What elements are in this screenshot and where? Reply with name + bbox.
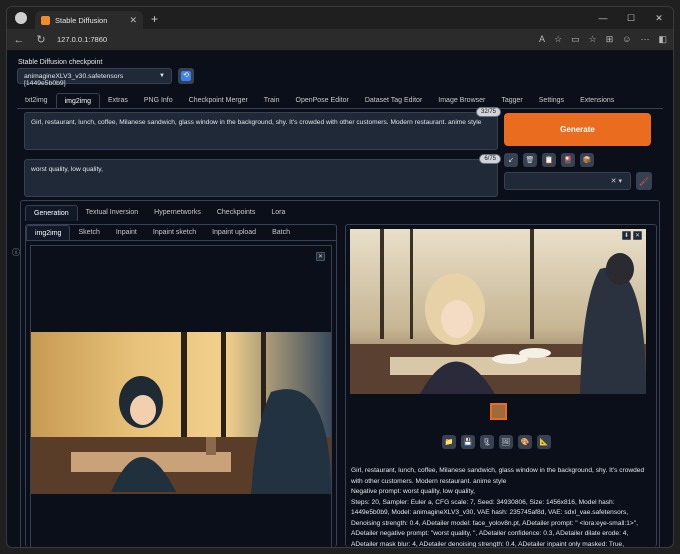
browser-tab[interactable]: Stable Diffusion ✕ [35, 11, 143, 29]
tab-img2img[interactable]: img2img [55, 93, 101, 108]
input-column: img2img Sketch Inpaint Inpaint sketch In… [25, 224, 337, 547]
tab-inpaint-sketch[interactable]: Inpaint sketch [145, 225, 204, 240]
generation-subtabs: Generation Textual Inversion Hypernetwor… [25, 205, 293, 221]
send-to-extras-icon[interactable]: 📐 [537, 435, 551, 449]
sidebar-icon[interactable]: ◧ [658, 34, 667, 45]
tab-hypernetworks[interactable]: Hypernetworks [146, 205, 209, 221]
tab-textual-inversion[interactable]: Textual Inversion [78, 205, 147, 221]
tab-openpose-editor[interactable]: OpenPose Editor [288, 93, 357, 108]
generate-button[interactable]: Generate [504, 113, 651, 146]
split-screen-icon[interactable]: ▭ [571, 34, 580, 45]
tab-train[interactable]: Train [256, 93, 288, 108]
tab-generation[interactable]: Generation [25, 205, 78, 221]
more-icon[interactable]: ⋯ [640, 34, 649, 45]
output-image-controls: ⬇ ✕ [622, 231, 642, 240]
tab-dataset-tag-editor[interactable]: Dataset Tag Editor [357, 93, 430, 108]
tab-extras[interactable]: Extras [100, 93, 136, 108]
tab-inpaint-upload[interactable]: Inpaint upload [204, 225, 264, 240]
browser-window: Stable Diffusion ✕ + — ☐ ✕ ← ↻ ⓘ 127.0.0… [6, 6, 674, 548]
negative-prompt-text: worst quality, low quality, [31, 166, 103, 173]
url-text: 127.0.0.1:7860 [57, 35, 108, 44]
minimize-button[interactable]: — [589, 13, 617, 23]
close-window-button[interactable]: ✕ [645, 13, 673, 24]
tab-checkpoint-merger[interactable]: Checkpoint Merger [181, 93, 256, 108]
input-image [31, 332, 331, 494]
tab-close-icon[interactable]: ✕ [129, 15, 137, 26]
browser-toolbar: A ☆ ▭ ☆ ⊞ ☺ ⋯ ◧ [539, 34, 667, 45]
tab-lora[interactable]: Lora [263, 205, 293, 221]
apply-style-button[interactable]: 🖌 [636, 172, 652, 190]
tab-tagger[interactable]: Tagger [493, 93, 530, 108]
img2img-mode-tabs: img2img Sketch Inpaint Inpaint sketch In… [26, 225, 336, 241]
info-prompt: Girl, restaurant, lunch, coffee, Milanes… [351, 467, 645, 485]
negative-token-counter: 6/75 [479, 154, 501, 164]
collections-icon[interactable]: ⊞ [606, 34, 614, 45]
trash-icon[interactable]: 🗑 [523, 153, 537, 167]
tab-sketch[interactable]: Sketch [70, 225, 107, 240]
tab-txt2img[interactable]: txt2img [17, 93, 56, 108]
generation-info: Girl, restaurant, lunch, coffee, Milanes… [351, 466, 652, 548]
checkpoint-label: Stable Diffusion checkpoint [18, 59, 103, 66]
tab-batch[interactable]: Batch [264, 225, 298, 240]
tab-img2img-mode[interactable]: img2img [26, 225, 71, 240]
prompt-tools: ↙ 🗑 📋 🎴 📦 [504, 153, 594, 167]
info-params: Steps: 20, Sampler: Euler a, CFG scale: … [351, 498, 638, 548]
clipboard-icon[interactable]: 📋 [542, 153, 556, 167]
new-tab-button[interactable]: + [151, 12, 158, 26]
tab-image-browser[interactable]: Image Browser [430, 93, 493, 108]
read-aloud-icon[interactable]: A [539, 34, 545, 45]
prompt-token-counter: 32/75 [475, 107, 501, 117]
webui-page: Stable Diffusion checkpoint animagineXLV… [7, 51, 673, 547]
close-preview-icon[interactable]: ✕ [633, 231, 642, 240]
extra-networks-icon[interactable]: 🎴 [561, 153, 575, 167]
output-image[interactable] [350, 229, 646, 394]
output-thumbnail[interactable] [490, 403, 507, 420]
tab-inpaint[interactable]: Inpaint [108, 225, 145, 240]
info-negative: Negative prompt: worst quality, low qual… [351, 488, 475, 495]
reload-icon[interactable]: ↻ [35, 33, 47, 46]
output-column: ⬇ ✕ 📁 💾 🗜 🖼 🎨 📐 Girl, restaurant, lunch,… [345, 224, 657, 547]
tab-checkpoints[interactable]: Checkpoints [209, 205, 264, 221]
feedback-icon[interactable]: ☺ [622, 34, 631, 45]
read-params-icon[interactable]: ↙ [504, 153, 518, 167]
negative-prompt-input[interactable]: worst quality, low quality, 6/75 [24, 154, 501, 197]
maximize-button[interactable]: ☐ [617, 13, 645, 24]
tab-png-info[interactable]: PNG Info [136, 93, 181, 108]
sd-favicon-icon [41, 15, 50, 25]
refresh-checkpoint-button[interactable]: ⟲ [178, 68, 194, 84]
favorite-icon[interactable]: ☆ [554, 34, 562, 45]
address-bar-row: ← ↻ ⓘ 127.0.0.1:7860 A ☆ ▭ ☆ ⊞ ☺ ⋯ ◧ [7, 29, 673, 257]
save-icon[interactable]: 💾 [461, 435, 475, 449]
input-image-canvas[interactable]: ✕ [30, 245, 332, 547]
favorites-icon[interactable]: ☆ [589, 34, 597, 45]
address-bar[interactable]: ⓘ 127.0.0.1:7860 [12, 35, 108, 257]
prompt-text: Girl, restaurant, lunch, coffee, Milanes… [31, 119, 482, 126]
prompt-input[interactable]: Girl, restaurant, lunch, coffee, Milanes… [24, 107, 501, 150]
tab-settings[interactable]: Settings [531, 93, 572, 108]
main-tabs: txt2img img2img Extras PNG Info Checkpoi… [17, 93, 663, 109]
chevron-down-icon: ▼ [159, 73, 165, 79]
checkpoint-value: animagineXLV3_v30.safetensors [1449e5b0b… [24, 73, 124, 87]
zip-icon[interactable]: 🗜 [480, 435, 494, 449]
output-actions: 📁 💾 🗜 🖼 🎨 📐 [442, 435, 551, 449]
checkpoint-select[interactable]: animagineXLV3_v30.safetensors [1449e5b0b… [17, 68, 172, 87]
window-controls: — ☐ ✕ [589, 7, 673, 29]
send-to-inpaint-icon[interactable]: 🎨 [518, 435, 532, 449]
generation-panel: Generation Textual Inversion Hypernetwor… [20, 200, 660, 547]
browser-tabbar: Stable Diffusion ✕ + — ☐ ✕ [7, 7, 673, 29]
back-icon[interactable]: ← [13, 34, 25, 46]
tab-title: Stable Diffusion [55, 15, 108, 25]
clear-image-icon[interactable]: ✕ [316, 252, 325, 261]
download-icon[interactable]: ⬇ [622, 231, 631, 240]
open-folder-icon[interactable]: 📁 [442, 435, 456, 449]
tab-extensions[interactable]: Extensions [572, 93, 622, 108]
profile-avatar[interactable] [15, 12, 27, 24]
save-style-icon[interactable]: 📦 [580, 153, 594, 167]
refresh-icon: ⟲ [181, 71, 191, 81]
styles-select[interactable]: ✕ ▾ [504, 172, 631, 190]
send-to-img2img-icon[interactable]: 🖼 [499, 435, 513, 449]
